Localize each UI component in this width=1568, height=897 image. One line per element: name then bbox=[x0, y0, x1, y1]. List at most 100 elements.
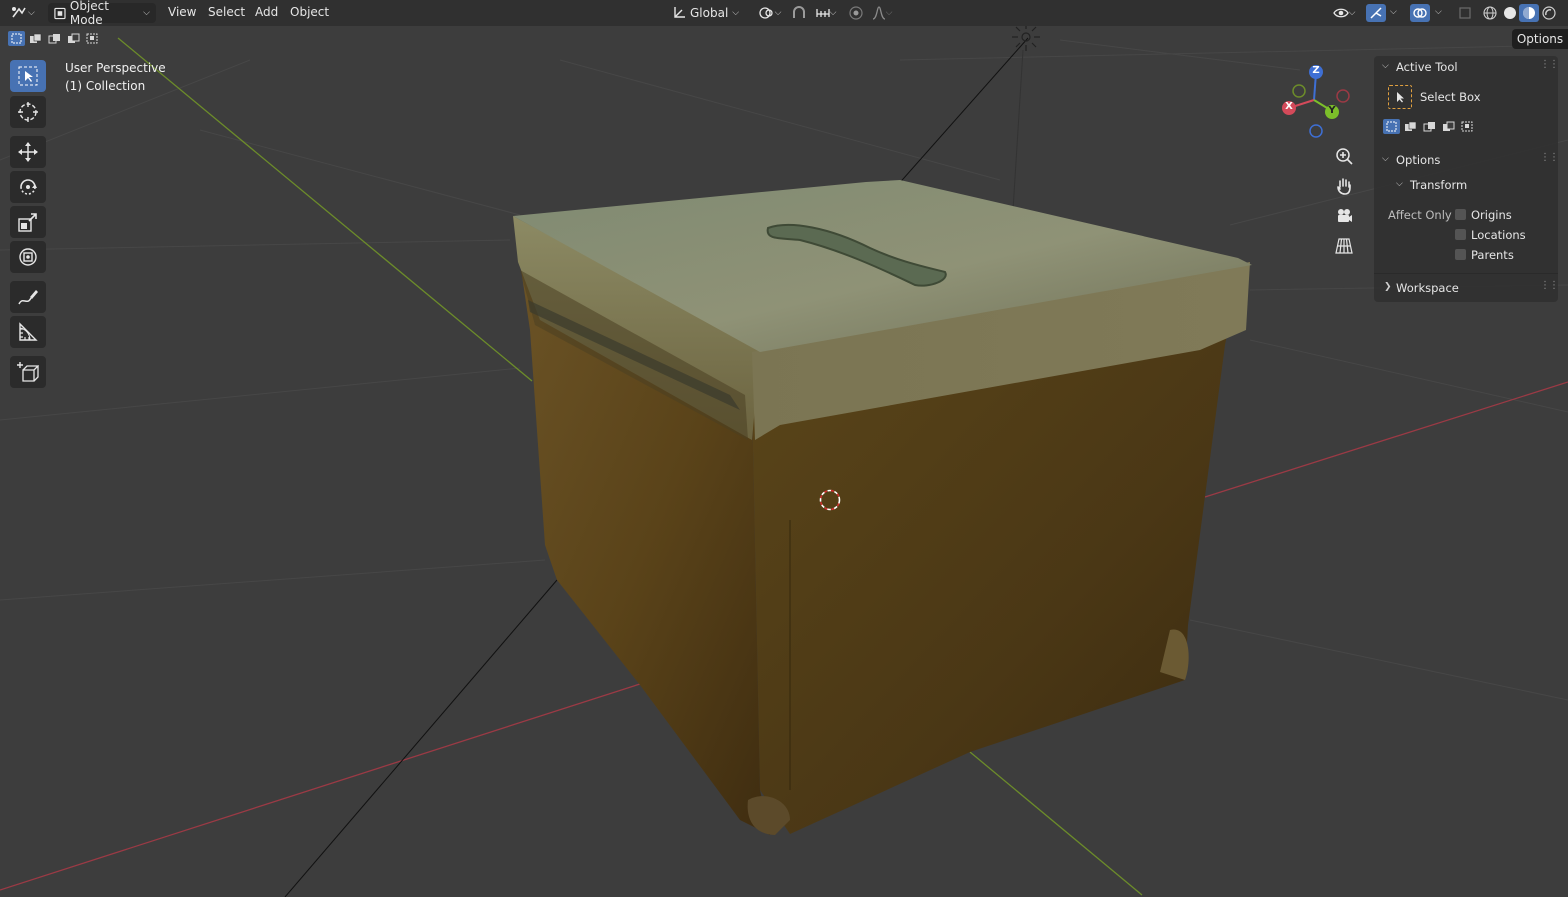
tool-move[interactable] bbox=[10, 136, 46, 168]
tool-cursor[interactable] bbox=[10, 96, 46, 128]
menu-select[interactable]: Select bbox=[208, 5, 245, 19]
selection-mode-group bbox=[1383, 119, 1476, 134]
object-mode-icon bbox=[54, 7, 66, 19]
viewport-3d[interactable] bbox=[0, 0, 1568, 897]
tool-measure[interactable] bbox=[10, 316, 46, 348]
select-subtract-icon bbox=[48, 34, 60, 44]
select-extend-icon bbox=[1405, 121, 1417, 131]
viewport-header: ⌵ Object Mode ⌵ View Select Add Object G… bbox=[0, 0, 1568, 27]
x-axis-line-right bbox=[1204, 381, 1568, 498]
move-icon bbox=[18, 142, 38, 162]
active-tool-header[interactable]: Active Tool bbox=[1396, 60, 1458, 74]
gizmo-toggle[interactable] bbox=[1366, 4, 1386, 22]
gizmo-dropdown[interactable]: ⌵ bbox=[1390, 7, 1397, 17]
editor-type-icon bbox=[12, 7, 26, 18]
mode-dropdown[interactable]: Object Mode ⌵ bbox=[48, 0, 156, 27]
select-box-icon bbox=[1397, 92, 1404, 103]
grid-perspective-icon bbox=[1335, 238, 1353, 254]
select-extend-button[interactable] bbox=[27, 31, 44, 46]
locations-label[interactable]: Locations bbox=[1471, 228, 1526, 242]
menu-add[interactable]: Add bbox=[255, 5, 278, 19]
select-intersect-button[interactable] bbox=[1459, 119, 1476, 134]
mode-label: Object Mode bbox=[69, 0, 109, 27]
tool-add-cube[interactable] bbox=[10, 356, 46, 388]
drag-handle-icon[interactable]: ⋮⋮ bbox=[1540, 280, 1559, 291]
options-header[interactable]: Options bbox=[1396, 153, 1440, 167]
drag-handle-icon[interactable]: ⋮⋮ bbox=[1540, 152, 1559, 163]
overlay-toggle[interactable] bbox=[1410, 4, 1430, 22]
select-extend-icon bbox=[30, 33, 42, 43]
options-tab[interactable]: Options bbox=[1512, 29, 1568, 49]
affect-only-label: Affect Only bbox=[1388, 208, 1452, 222]
falloff-button[interactable]: ⌵ bbox=[868, 4, 896, 22]
snap-toggle[interactable] bbox=[789, 4, 809, 22]
menu-object[interactable]: Object bbox=[290, 5, 329, 19]
perspective-label: User Perspective bbox=[65, 61, 166, 75]
selection-mode-group bbox=[8, 31, 101, 47]
workspace-header[interactable]: Workspace bbox=[1396, 281, 1459, 295]
locations-checkbox[interactable] bbox=[1455, 229, 1466, 240]
chevron-right-icon[interactable]: ❯ bbox=[1384, 282, 1392, 292]
transform-subpanel-header[interactable]: Transform bbox=[1410, 178, 1467, 192]
select-intersect-icon bbox=[1461, 121, 1473, 132]
transform-icon bbox=[19, 248, 37, 266]
collection-label: (1) Collection bbox=[65, 79, 146, 93]
rendered-shading-button[interactable] bbox=[1539, 4, 1559, 22]
menu-view[interactable]: View bbox=[168, 5, 196, 19]
select-new-button[interactable] bbox=[1383, 119, 1400, 134]
gizmo-z-label[interactable]: Z bbox=[1312, 65, 1320, 76]
select-subtract-button[interactable] bbox=[1421, 119, 1438, 134]
pan-button[interactable] bbox=[1332, 174, 1356, 198]
xray-toggle[interactable] bbox=[1455, 4, 1475, 22]
origins-label[interactable]: Origins bbox=[1471, 208, 1512, 222]
wireframe-shading-button[interactable] bbox=[1480, 4, 1500, 22]
box-object bbox=[513, 180, 1252, 835]
origins-checkbox[interactable] bbox=[1455, 209, 1466, 220]
hand-icon bbox=[1337, 178, 1351, 195]
select-new-button[interactable] bbox=[8, 31, 25, 46]
tool-scale[interactable] bbox=[10, 206, 46, 238]
cursor-tool-icon bbox=[18, 102, 38, 122]
ortho-toggle-button[interactable] bbox=[1332, 234, 1356, 258]
select-intersect-button[interactable] bbox=[84, 31, 101, 46]
select-extend-button[interactable] bbox=[1402, 119, 1419, 134]
solid-shading-button[interactable] bbox=[1500, 4, 1520, 22]
chevron-down-icon[interactable]: ⌵ bbox=[1382, 61, 1389, 71]
active-tool-icon[interactable] bbox=[1388, 85, 1412, 109]
snap-increment-icon bbox=[815, 9, 830, 17]
camera-view-button[interactable] bbox=[1332, 204, 1356, 228]
tool-rotate[interactable] bbox=[10, 171, 46, 203]
overlay-dropdown[interactable]: ⌵ bbox=[1435, 7, 1442, 17]
material-shading-button[interactable] bbox=[1519, 4, 1539, 22]
parents-label[interactable]: Parents bbox=[1471, 248, 1514, 262]
select-invert-button[interactable] bbox=[65, 31, 82, 46]
visibility-button[interactable]: ⌵ bbox=[1328, 4, 1360, 22]
drag-handle-icon[interactable]: ⋮⋮ bbox=[1540, 59, 1559, 70]
zoom-button[interactable] bbox=[1332, 144, 1356, 168]
chevron-down-icon: ⌵ bbox=[732, 8, 740, 18]
parents-checkbox[interactable] bbox=[1455, 249, 1466, 260]
rotate-icon bbox=[20, 179, 37, 195]
pivot-point-button[interactable]: ⌵ bbox=[756, 4, 784, 22]
wireframe-shading-icon bbox=[1483, 6, 1497, 20]
proportional-edit-toggle[interactable] bbox=[846, 4, 866, 22]
falloff-icon bbox=[872, 6, 885, 20]
material-shading-icon bbox=[1523, 7, 1535, 19]
snap-icon bbox=[793, 6, 805, 18]
select-new-icon bbox=[11, 33, 22, 44]
chevron-down-icon[interactable]: ⌵ bbox=[1382, 154, 1389, 164]
gizmo-y-label[interactable]: Y bbox=[1328, 105, 1336, 116]
tool-annotate[interactable] bbox=[10, 281, 46, 313]
snap-target-button[interactable]: ⌵ bbox=[812, 4, 840, 22]
rendered-shading-icon bbox=[1542, 6, 1556, 20]
select-subtract-button[interactable] bbox=[46, 31, 63, 46]
tool-select-box[interactable] bbox=[10, 60, 46, 92]
chevron-down-icon[interactable]: ⌵ bbox=[1396, 179, 1403, 189]
orientation-dropdown[interactable]: Global ⌵ bbox=[666, 3, 748, 23]
select-invert-button[interactable] bbox=[1440, 119, 1457, 134]
proportional-edit-icon bbox=[849, 6, 863, 20]
orientation-label: Global bbox=[690, 6, 729, 20]
gizmo-x-label[interactable]: X bbox=[1285, 101, 1293, 112]
editor-type-button[interactable]: ⌵ bbox=[10, 3, 40, 23]
tool-transform[interactable] bbox=[10, 241, 46, 273]
